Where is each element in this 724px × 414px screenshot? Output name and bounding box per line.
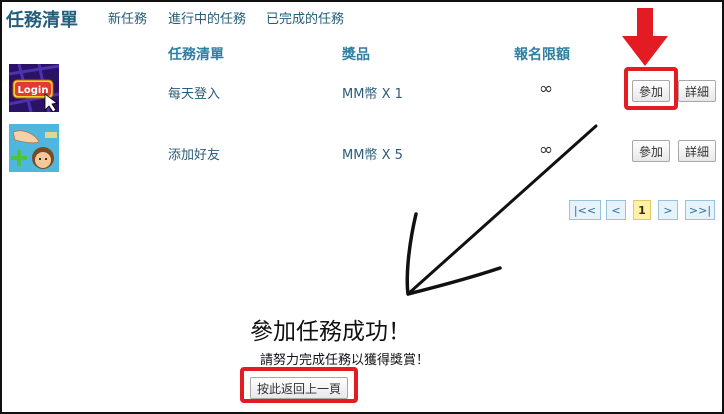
pointer-arrow-icon: [405, 124, 598, 296]
column-header-task: 任務清單: [168, 47, 224, 63]
success-message-title: 參加任務成功！: [250, 319, 411, 345]
join-button-highlight: [624, 67, 678, 110]
tab-new-tasks[interactable]: 新任務: [108, 8, 147, 27]
page-title: 任務清單: [6, 10, 78, 31]
back-button-highlight: [240, 367, 358, 403]
success-message-subtitle: 請努力完成任務以獲得獎賞！: [260, 353, 430, 368]
tab-completed-tasks[interactable]: 已完成的任務: [266, 8, 344, 27]
page-frame: 任務清單 新任務 進行中的任務 已完成的任務 任務清單 獎品 報名限額 Logi…: [0, 0, 724, 414]
pagination-next-button[interactable]: >: [658, 200, 678, 220]
task-name[interactable]: 每天登入: [168, 83, 220, 102]
detail-button[interactable]: 詳細: [678, 80, 717, 102]
column-header-prize: 獎品: [342, 47, 370, 63]
tab-in-progress-tasks[interactable]: 進行中的任務: [168, 8, 246, 27]
column-header-quota: 報名限額: [514, 47, 570, 63]
join-button[interactable]: 參加: [632, 140, 671, 162]
task-prize: MM幣 X 1: [342, 87, 403, 102]
add-friend-task-image: [9, 124, 59, 172]
task-name[interactable]: 添加好友: [168, 144, 220, 163]
task-quota: ∞: [539, 79, 554, 99]
pagination-last-button[interactable]: >>|: [685, 200, 715, 220]
login-thumb-label: Login: [18, 85, 49, 96]
pagination-current-page[interactable]: 1: [633, 200, 651, 220]
arrow-down-icon: [622, 8, 668, 66]
login-task-image: Login: [9, 64, 59, 112]
detail-button[interactable]: 詳細: [678, 140, 717, 162]
